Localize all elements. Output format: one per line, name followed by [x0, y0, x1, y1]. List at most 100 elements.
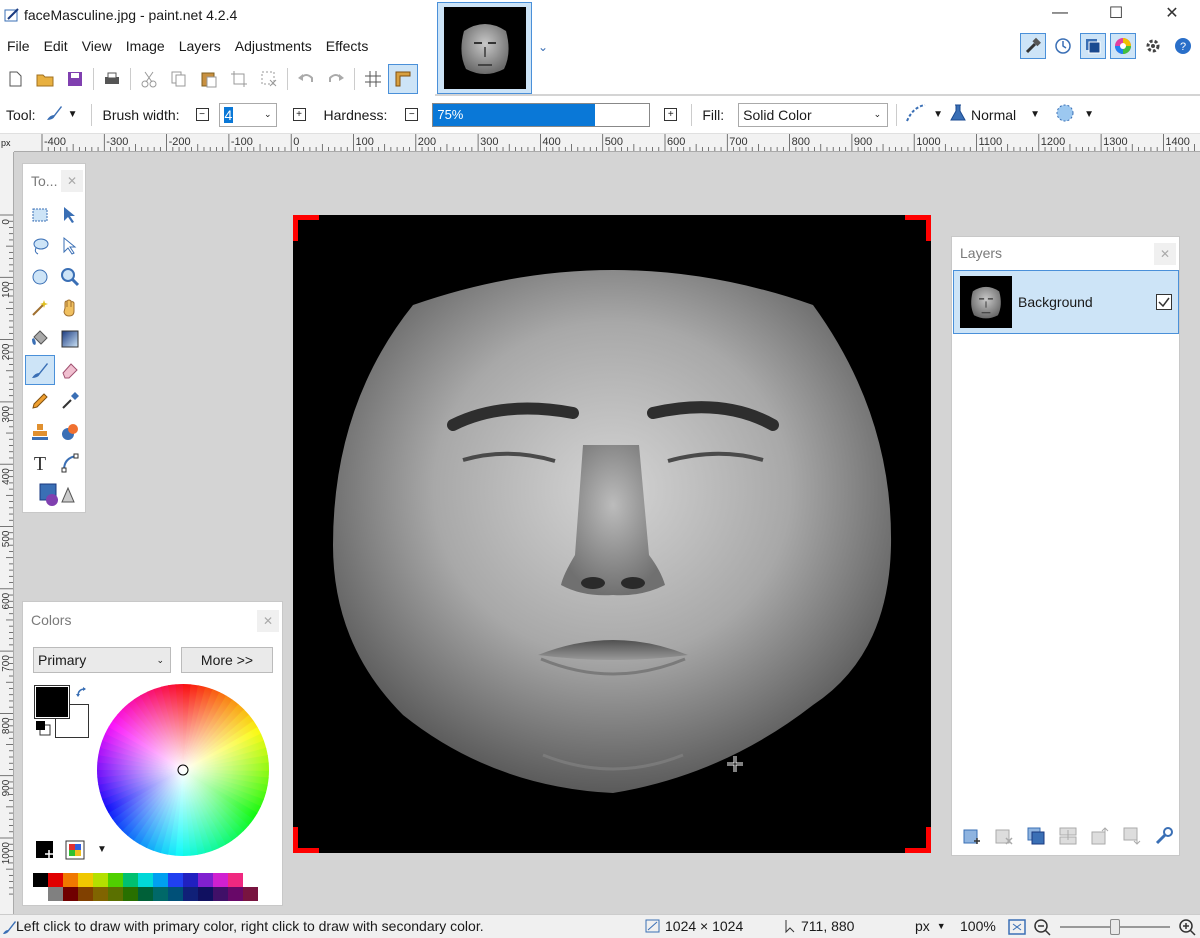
minimize-button[interactable]: — — [1032, 0, 1088, 26]
new-file-icon[interactable] — [0, 64, 30, 94]
palette-swatch[interactable] — [33, 887, 48, 901]
palette-swatch[interactable] — [78, 873, 93, 887]
copy-icon[interactable] — [164, 64, 194, 94]
deselect-icon[interactable] — [254, 64, 284, 94]
hardness-increase-button[interactable]: + — [664, 108, 678, 121]
zoom-slider-thumb[interactable] — [1110, 919, 1120, 935]
palette-swatch[interactable] — [213, 873, 228, 887]
fill-select[interactable]: Solid Color ⌄ — [738, 102, 889, 127]
menu-image[interactable]: Image — [119, 38, 172, 54]
paintbrush-tool-icon[interactable] — [44, 103, 64, 126]
line-curve-icon[interactable] — [55, 448, 85, 478]
more-colors-button[interactable]: More >> — [181, 647, 273, 673]
colors-window-toggle-icon[interactable] — [1110, 33, 1136, 59]
menu-effects[interactable]: Effects — [319, 38, 376, 54]
crop-to-selection-icon[interactable] — [224, 64, 254, 94]
color-wheel[interactable] — [95, 682, 271, 858]
close-button[interactable]: ✕ — [1144, 0, 1200, 26]
move-selection-icon[interactable] — [55, 231, 85, 261]
palette-swatch[interactable] — [183, 873, 198, 887]
history-window-toggle-icon[interactable] — [1050, 33, 1076, 59]
palette-swatch[interactable] — [108, 887, 123, 901]
pencil-icon[interactable] — [25, 386, 55, 416]
colors-panel-close-icon[interactable]: ✕ — [257, 610, 279, 632]
add-layer-icon[interactable] — [958, 823, 986, 849]
pixel-grid-icon[interactable] — [358, 64, 388, 94]
palette-swatch[interactable] — [153, 873, 168, 887]
text-tool-icon[interactable]: T — [25, 448, 55, 478]
tools-window-toggle-icon[interactable] — [1020, 33, 1046, 59]
duplicate-layer-icon[interactable] — [1022, 823, 1050, 849]
palette-swatch[interactable] — [78, 887, 93, 901]
palette-swatch[interactable] — [33, 873, 48, 887]
menu-file[interactable]: File — [0, 38, 37, 54]
palette-swatch[interactable] — [138, 887, 153, 901]
selection-clipping-icon[interactable] — [1054, 103, 1076, 126]
palette-swatch[interactable] — [108, 873, 123, 887]
color-picker-icon[interactable] — [55, 386, 85, 416]
add-to-palette-icon[interactable] — [35, 840, 57, 860]
shapes-icon[interactable] — [25, 479, 85, 509]
hardness-decrease-button[interactable]: − — [405, 108, 419, 121]
gradient-icon[interactable] — [55, 324, 85, 354]
layer-row[interactable]: Background — [953, 270, 1179, 334]
zoom-in-icon[interactable] — [1178, 918, 1198, 936]
settings-gear-icon[interactable] — [1140, 33, 1166, 59]
menu-edit[interactable]: Edit — [37, 38, 75, 54]
move-layer-up-icon[interactable] — [1086, 823, 1114, 849]
eraser-icon[interactable] — [55, 355, 85, 385]
palette-swatch[interactable] — [48, 887, 63, 901]
layers-window-toggle-icon[interactable] — [1080, 33, 1106, 59]
palette-swatch[interactable] — [123, 873, 138, 887]
image-canvas[interactable] — [293, 215, 931, 853]
paste-icon[interactable] — [194, 64, 224, 94]
blend-mode-dropdown-arrow-icon[interactable]: ▼ — [1030, 109, 1040, 120]
tools-panel-close-icon[interactable]: ✕ — [61, 170, 83, 192]
undo-icon[interactable] — [291, 64, 321, 94]
palette-swatch[interactable] — [63, 873, 78, 887]
palette-swatch[interactable] — [183, 887, 198, 901]
brush-width-decrease-button[interactable]: − — [195, 108, 209, 121]
units-select[interactable]: px ▼ — [915, 918, 946, 934]
lasso-select-icon[interactable] — [25, 231, 55, 261]
cut-icon[interactable] — [134, 64, 164, 94]
palette-swatch[interactable] — [228, 887, 243, 901]
palette-swatch[interactable] — [168, 887, 183, 901]
menu-view[interactable]: View — [75, 38, 119, 54]
help-icon[interactable]: ? — [1170, 33, 1196, 59]
palette-swatch[interactable] — [228, 873, 243, 887]
merge-layer-down-icon[interactable] — [1054, 823, 1082, 849]
blend-mode-select[interactable]: Normal — [971, 107, 1016, 123]
palette-menu-icon[interactable] — [65, 840, 87, 860]
zoom-out-icon[interactable] — [1033, 918, 1053, 936]
pan-hand-icon[interactable] — [55, 293, 85, 323]
brush-width-increase-button[interactable]: + — [292, 108, 306, 121]
primary-color-swatch[interactable] — [34, 685, 70, 719]
menu-layers[interactable]: Layers — [172, 38, 228, 54]
paint-bucket-icon[interactable] — [25, 324, 55, 354]
palette-swatch[interactable] — [48, 873, 63, 887]
palette-swatch[interactable] — [168, 873, 183, 887]
palette-swatch[interactable] — [198, 873, 213, 887]
palette-swatch[interactable] — [93, 887, 108, 901]
reset-colors-icon[interactable] — [35, 720, 51, 736]
brush-width-input[interactable]: 4 ⌄ — [218, 102, 277, 127]
tab-dropdown-chevron-icon[interactable]: ⌄ — [538, 40, 548, 54]
save-icon[interactable] — [60, 64, 90, 94]
color-mode-select[interactable]: Primary ⌄ — [33, 647, 171, 673]
palette-swatch[interactable] — [123, 887, 138, 901]
layer-visibility-checkbox[interactable] — [1156, 294, 1172, 310]
rectangle-select-icon[interactable] — [25, 200, 55, 230]
redo-icon[interactable] — [321, 64, 351, 94]
move-selected-pixels-icon[interactable] — [55, 200, 85, 230]
antialiasing-icon[interactable] — [905, 103, 927, 126]
layer-properties-wrench-icon[interactable] — [1150, 823, 1178, 849]
move-layer-down-icon[interactable] — [1118, 823, 1146, 849]
rulers-toggle-icon[interactable] — [388, 64, 418, 94]
print-icon[interactable] — [97, 64, 127, 94]
palette-swatch[interactable] — [213, 887, 228, 901]
clipping-dropdown-arrow-icon[interactable]: ▼ — [1084, 109, 1094, 120]
palette-swatch[interactable] — [93, 873, 108, 887]
zoom-to-window-icon[interactable] — [1007, 918, 1027, 936]
palette-swatch[interactable] — [63, 887, 78, 901]
